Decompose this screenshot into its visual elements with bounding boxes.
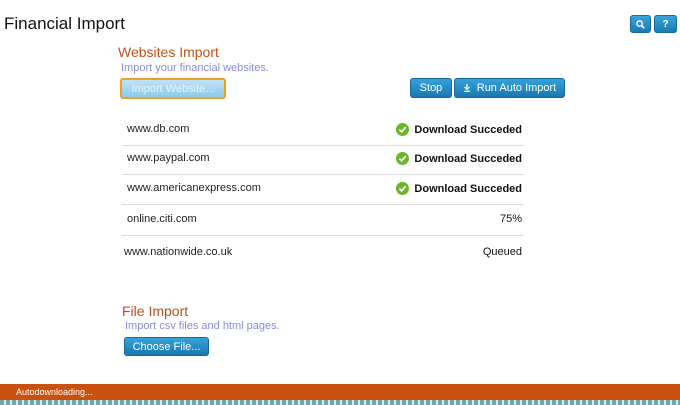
website-url: www.nationwide.co.uk	[124, 246, 233, 258]
website-row: www.nationwide.co.uk Queued	[122, 238, 524, 268]
download-status: Queued	[483, 246, 522, 258]
status-label: Download Succeded	[414, 182, 522, 195]
stop-button[interactable]: Stop	[410, 78, 452, 98]
download-status: Download Succeded	[396, 123, 522, 136]
download-status: Download Succeded	[396, 182, 522, 195]
choose-file-button[interactable]: Choose File...	[124, 337, 209, 356]
website-url: online.citi.com	[127, 213, 197, 225]
download-status: Download Succeded	[396, 152, 522, 165]
website-url: www.db.com	[127, 123, 190, 135]
check-icon	[396, 152, 410, 165]
check-icon	[396, 123, 410, 136]
check-icon	[396, 182, 410, 195]
app-title: Financial Import	[4, 14, 125, 33]
search-icon	[636, 19, 645, 29]
website-url: www.americanexpress.com	[127, 182, 261, 194]
status-label: Download Succeded	[414, 123, 522, 136]
websites-import-subtitle: Import your financial websites.	[121, 62, 269, 74]
website-row: www.paypal.com Download Succeded	[122, 144, 524, 175]
website-url: www.paypal.com	[127, 152, 210, 164]
website-row: www.db.com Download Succeded	[122, 115, 524, 146]
download-status: 75%	[500, 213, 522, 225]
run-auto-import-button[interactable]: Run Auto Import	[454, 78, 565, 98]
website-row: online.citi.com 75%	[122, 205, 524, 236]
website-row: www.americanexpress.com Download Succeded	[122, 174, 524, 205]
status-bar-stripe	[0, 400, 680, 405]
run-auto-import-label: Run Auto Import	[476, 82, 557, 94]
status-label: Download Succeded	[414, 152, 522, 165]
help-button[interactable]: ?	[654, 15, 677, 33]
import-website-button[interactable]: Import Website...	[120, 78, 226, 99]
websites-import-title: Websites Import	[118, 44, 219, 60]
search-button[interactable]	[630, 15, 651, 33]
download-icon	[463, 84, 470, 92]
status-bar: Autodownloading...	[0, 384, 680, 400]
file-import-subtitle: Import csv files and html pages.	[125, 320, 280, 332]
file-import-title: File Import	[122, 303, 189, 319]
status-label: Queued	[482, 246, 522, 258]
status-label: 75%	[499, 213, 522, 225]
status-text: Autodownloading...	[16, 387, 93, 397]
